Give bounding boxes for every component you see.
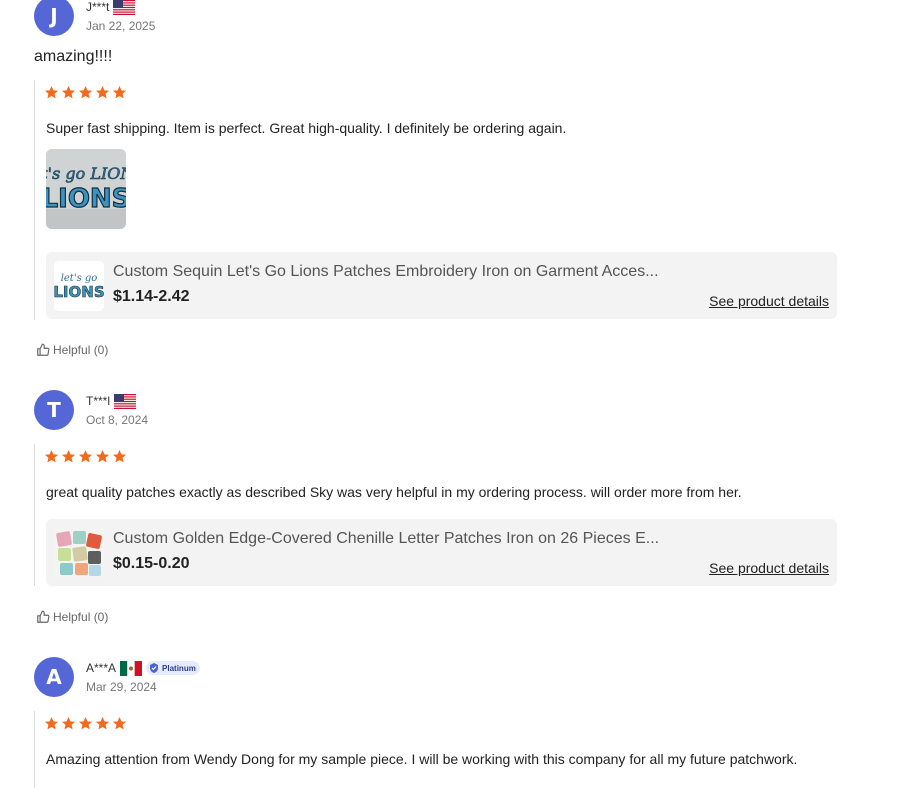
verified-shield-icon xyxy=(150,663,159,673)
helpful-label: Helpful (0) xyxy=(53,343,109,357)
review-comment: Super fast shipping. Item is perfect. Gr… xyxy=(46,120,567,136)
star-icon xyxy=(78,716,93,730)
star-icon xyxy=(78,449,93,463)
star-rating xyxy=(44,716,127,731)
star-icon xyxy=(44,85,59,99)
helpful-button[interactable]: Helpful (0) xyxy=(36,343,108,357)
thumbs-up-icon xyxy=(37,343,50,356)
review-body: Super fast shipping. Item is perfect. Gr… xyxy=(34,80,844,320)
thumbs-up-icon xyxy=(37,610,50,623)
svg-text:let's go LIONS: let's go LIONS xyxy=(46,164,126,183)
svg-text:LIONS: LIONS xyxy=(46,184,126,214)
review-body: Amazing attention from Wendy Dong for my… xyxy=(34,711,844,788)
review-body: great quality patches exactly as describ… xyxy=(34,444,844,586)
platinum-badge: Platinum xyxy=(146,661,200,675)
review-photo[interactable]: let's go LIONS LIONS xyxy=(46,149,126,229)
avatar: T xyxy=(34,390,74,430)
review-date: Oct 8, 2024 xyxy=(86,413,149,427)
chenille-patches-thumb-image xyxy=(54,528,104,578)
product-title[interactable]: Custom Sequin Let's Go Lions Patches Emb… xyxy=(113,263,698,281)
star-icon xyxy=(112,449,127,463)
star-icon xyxy=(44,449,59,463)
product-price: $1.14-2.42 xyxy=(113,288,190,305)
star-icon xyxy=(95,449,110,463)
reviewer-name-line: A***A Platinum xyxy=(86,660,200,676)
product-title[interactable]: Custom Golden Edge-Covered Chenille Lett… xyxy=(113,530,698,548)
review-title: amazing!!!! xyxy=(34,48,113,65)
star-icon xyxy=(95,85,110,99)
star-rating xyxy=(44,85,127,100)
star-icon xyxy=(61,716,76,730)
star-icon xyxy=(112,85,127,99)
avatar: A xyxy=(34,657,74,697)
avatar: J xyxy=(34,0,74,36)
star-rating xyxy=(44,449,127,464)
badge-label: Platinum xyxy=(162,663,196,673)
star-icon xyxy=(44,716,59,730)
review-comment: Amazing attention from Wendy Dong for my… xyxy=(46,751,798,767)
lions-patch-image: let's go LIONS LIONS xyxy=(46,149,126,229)
reviewer-name-line: J***t xyxy=(86,0,136,15)
product-card[interactable]: let's go LIONS Custom Sequin Let's Go Li… xyxy=(46,252,837,319)
star-icon xyxy=(95,716,110,730)
star-icon xyxy=(78,85,93,99)
star-icon xyxy=(61,85,76,99)
reviewer-name: J***t xyxy=(86,0,110,14)
lions-patch-thumb-image: let's go LIONS xyxy=(54,261,104,311)
helpful-button[interactable]: Helpful (0) xyxy=(36,610,108,624)
helpful-label: Helpful (0) xyxy=(53,610,109,624)
us-flag-icon xyxy=(114,393,137,409)
review-date: Jan 22, 2025 xyxy=(86,19,156,33)
product-thumbnail xyxy=(54,528,104,578)
star-icon xyxy=(61,449,76,463)
product-thumbnail: let's go LIONS xyxy=(54,261,104,311)
svg-text:LIONS: LIONS xyxy=(54,283,104,301)
see-product-details-link[interactable]: See product details xyxy=(709,293,829,309)
us-flag-icon xyxy=(113,0,136,15)
product-price: $0.15-0.20 xyxy=(113,555,190,572)
review-comment: great quality patches exactly as describ… xyxy=(46,484,742,500)
star-icon xyxy=(112,716,127,730)
see-product-details-link[interactable]: See product details xyxy=(709,560,829,576)
product-card[interactable]: Custom Golden Edge-Covered Chenille Lett… xyxy=(46,519,837,586)
reviewer-name: A***A xyxy=(86,661,117,675)
review-date: Mar 29, 2024 xyxy=(86,680,157,694)
reviewer-name-line: T***l xyxy=(86,393,137,409)
mx-flag-icon xyxy=(120,660,143,676)
reviewer-name: T***l xyxy=(86,394,111,408)
